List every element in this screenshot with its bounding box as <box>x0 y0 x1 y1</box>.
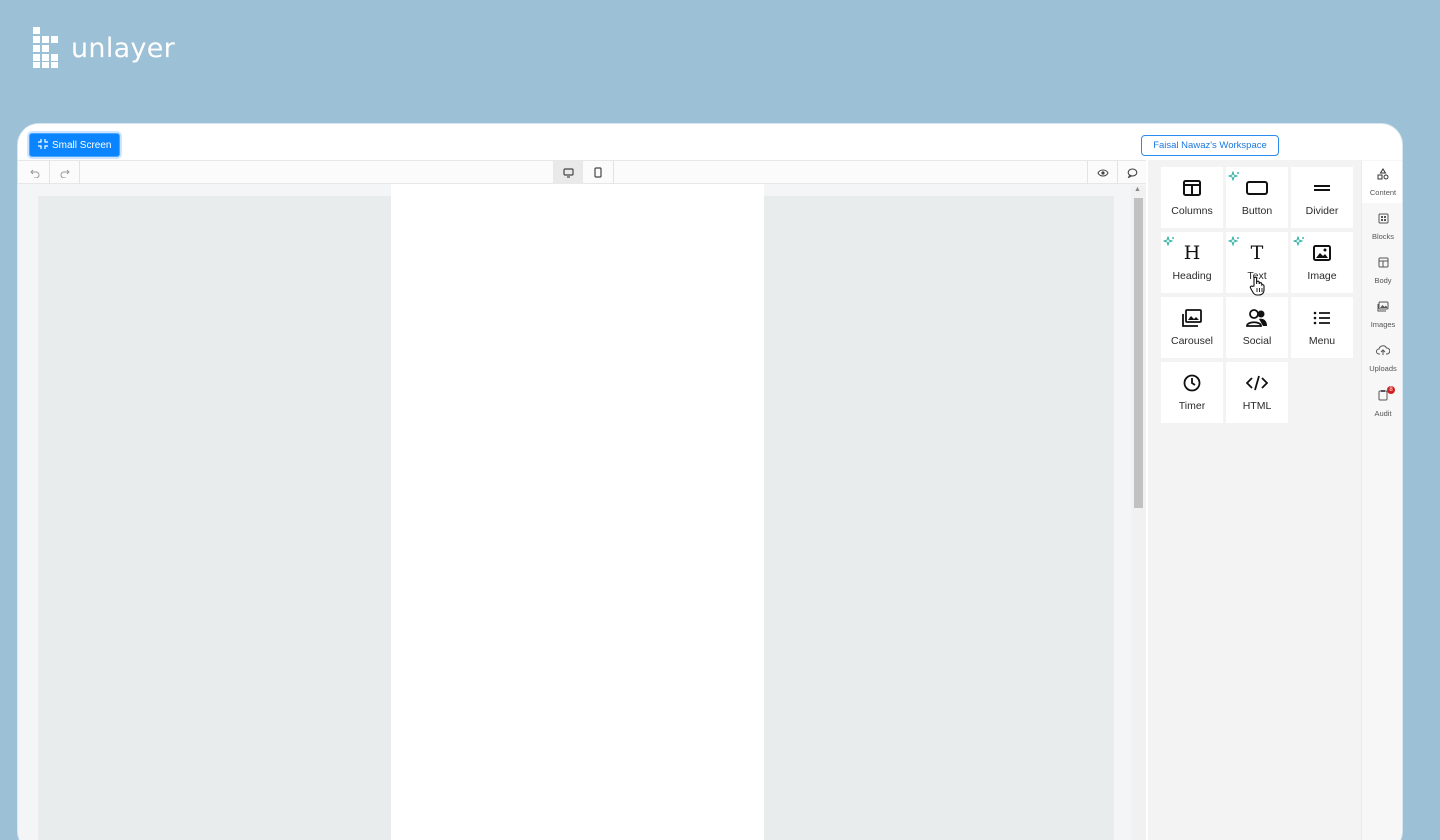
tool-label: Image <box>1307 270 1337 282</box>
tool-columns[interactable]: Columns <box>1161 167 1223 228</box>
rail-label: Body <box>1374 276 1392 285</box>
tool-label: Timer <box>1178 400 1206 412</box>
rail-item-audit[interactable]: 8 Audit <box>1362 382 1402 424</box>
tool-heading[interactable]: H Heading <box>1161 232 1223 293</box>
tool-divider[interactable]: Divider <box>1291 167 1353 228</box>
blocks-icon <box>1378 211 1389 229</box>
rail-item-images[interactable]: Images <box>1362 293 1402 335</box>
hand-cursor-icon <box>1249 276 1265 301</box>
small-screen-button[interactable]: Small Screen <box>29 133 121 157</box>
ai-sparkle-icon <box>1292 235 1305 253</box>
rail-label: Content <box>1369 188 1397 197</box>
undo-icon[interactable] <box>20 161 50 184</box>
scrollbar-thumb[interactable] <box>1134 198 1143 508</box>
rail-label: Uploads <box>1369 364 1397 373</box>
tool-image[interactable]: Image <box>1291 232 1353 293</box>
fullscreen-exit-icon <box>38 138 48 152</box>
side-rail: Content Blocks Body Images Uploads 8 Aud… <box>1361 160 1402 840</box>
tool-menu[interactable]: Menu <box>1291 297 1353 358</box>
body-icon <box>1378 255 1389 273</box>
tool-label: Heading <box>1172 270 1212 282</box>
canvas-scrollbar[interactable]: ▲ <box>1131 186 1146 840</box>
columns-icon <box>1183 177 1201 199</box>
tool-social[interactable]: Social <box>1226 297 1288 358</box>
tool-label: Button <box>1241 205 1273 217</box>
rail-label: Blocks <box>1371 232 1395 241</box>
text-icon: T <box>1250 242 1264 264</box>
content-icon <box>1377 167 1389 185</box>
scroll-up-icon[interactable]: ▲ <box>1134 186 1141 193</box>
tool-carousel[interactable]: Carousel <box>1161 297 1223 358</box>
tool-button[interactable]: Button <box>1226 167 1288 228</box>
tool-label: Social <box>1242 335 1272 347</box>
brand-logo: unlayer <box>33 27 175 69</box>
ai-sparkle-icon <box>1162 235 1175 253</box>
tool-html[interactable]: HTML <box>1226 362 1288 423</box>
ai-sparkle-icon <box>1227 235 1240 253</box>
ai-sparkle-icon <box>1227 170 1240 188</box>
tool-timer[interactable]: Timer <box>1161 362 1223 423</box>
timer-icon <box>1183 372 1201 394</box>
email-canvas[interactable] <box>391 184 764 840</box>
rail-item-uploads[interactable]: Uploads <box>1362 337 1402 379</box>
small-screen-label: Small Screen <box>52 139 112 151</box>
heading-icon: H <box>1183 242 1201 264</box>
comment-icon[interactable] <box>1117 161 1147 184</box>
content-tools-panel: Columns Button Divider H Heading T Text … <box>1148 160 1361 840</box>
social-icon <box>1246 307 1268 329</box>
carousel-icon <box>1182 307 1202 329</box>
rail-label: Audit <box>1374 409 1392 418</box>
rail-item-blocks[interactable]: Blocks <box>1362 205 1402 247</box>
audit-badge: 8 <box>1387 386 1395 394</box>
editor-toolbar <box>18 160 1146 184</box>
images-icon <box>1377 299 1389 317</box>
tool-label: HTML <box>1242 400 1272 412</box>
editor-window: Small Screen Faisal Nawaz's Workspace ▲ … <box>17 123 1403 840</box>
tool-label: Carousel <box>1170 335 1214 347</box>
redo-icon[interactable] <box>50 161 80 184</box>
design-canvas-area: ▲ <box>18 160 1146 840</box>
device-switcher <box>553 161 613 184</box>
top-bar: Small Screen Faisal Nawaz's Workspace <box>18 124 1402 160</box>
tool-label: Menu <box>1308 335 1336 347</box>
mobile-icon[interactable] <box>583 161 613 184</box>
eye-icon[interactable] <box>1088 161 1118 184</box>
rail-item-body[interactable]: Body <box>1362 249 1402 291</box>
uploads-icon <box>1376 343 1391 361</box>
rail-item-content[interactable]: Content <box>1362 161 1402 203</box>
desktop-icon[interactable] <box>553 161 583 184</box>
divider-icon <box>1313 177 1331 199</box>
unlayer-logo-icon <box>33 27 61 69</box>
button-icon <box>1246 177 1268 199</box>
rail-label: Images <box>1370 320 1396 329</box>
workspace-button[interactable]: Faisal Nawaz's Workspace <box>1141 135 1279 156</box>
menu-icon <box>1313 307 1331 329</box>
tool-label: Divider <box>1305 205 1339 217</box>
tool-label: Columns <box>1171 205 1213 217</box>
image-icon <box>1313 242 1331 264</box>
brand-name: unlayer <box>71 32 176 64</box>
html-icon <box>1246 372 1268 394</box>
